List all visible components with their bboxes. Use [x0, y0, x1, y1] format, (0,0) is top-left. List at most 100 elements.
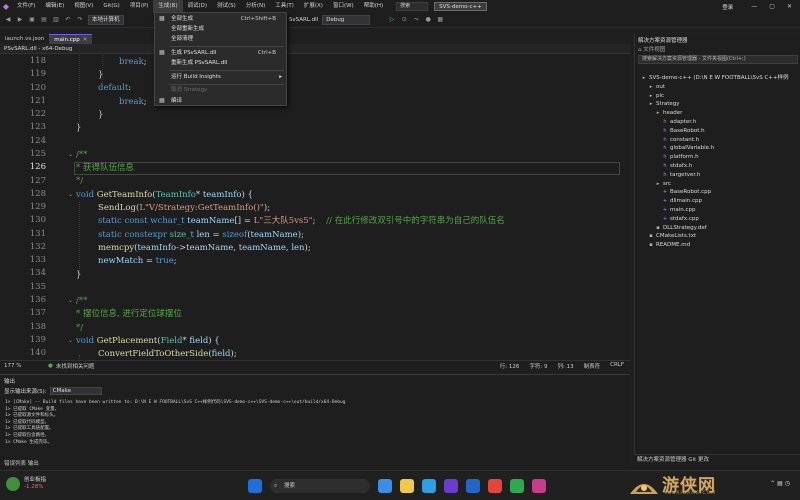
tree-item[interactable]: + stdafx.cpp [662, 215, 699, 224]
tree-item[interactable]: ▸ out [648, 83, 665, 92]
edge-icon[interactable] [422, 479, 436, 493]
menu-item-build-dll[interactable]: ▦ 生成 PSvSARL.dll Ctrl+B [155, 48, 286, 58]
tree-item[interactable]: ▸ header [655, 109, 683, 118]
tree-item[interactable]: h constant.h [662, 136, 699, 145]
step-icon[interactable]: ⤳ [412, 16, 420, 24]
menu-item[interactable]: 帮助(H) [359, 0, 388, 13]
app-icon[interactable] [510, 479, 524, 493]
line-number: 123 [29, 122, 46, 133]
menu-item[interactable]: 视图(V) [69, 0, 98, 13]
app-icon[interactable] [532, 479, 546, 493]
tree-item[interactable]: + main.cpp [662, 206, 696, 215]
zoom-level[interactable]: 177 % [0, 363, 30, 369]
tree-item[interactable]: + BaseRobot.cpp [662, 188, 711, 197]
tab-label: launch.vs.json [5, 36, 45, 42]
tree-item[interactable]: h targetver.h [662, 171, 700, 180]
nav-project-dropdown[interactable]: PSvSARL.dll - x64-Debug [0, 46, 72, 52]
home-icon[interactable]: ⌂ [638, 47, 642, 53]
task-view-icon[interactable] [378, 479, 392, 493]
minimize-icon[interactable]: — [751, 3, 757, 10]
file-icon: h [663, 171, 667, 178]
solution-search-input[interactable]: 搜索解决方案资源管理器 - 文件夹视图(Ctrl+;) [638, 55, 798, 64]
menu-item[interactable]: 文件(F) [12, 0, 40, 13]
line-ending[interactable]: CRLF [610, 362, 624, 370]
code-editor[interactable]: 118 119 120 121 122 123 124 125 126 127 128 129 130 1… [0, 55, 630, 360]
menu-item[interactable]: 编辑(E) [40, 0, 69, 13]
menu-item[interactable]: Git(G) [98, 0, 125, 13]
tree-item[interactable]: ▸ src [655, 180, 671, 189]
build-mode-select[interactable]: Debug [322, 15, 371, 25]
menu-item-rebuild-dll[interactable]: 重新生成 PSvSARL.dll [155, 58, 286, 68]
breakpoint-icon[interactable]: ● [424, 16, 432, 24]
tree-item[interactable]: ▸ SVS-demo-c++ (D:\N E W FOOTBALL\SvS C++… [641, 74, 789, 83]
file-explorer-icon[interactable] [400, 479, 414, 493]
undo-icon[interactable]: ↶ [64, 16, 72, 24]
menu-item-build-insights[interactable]: 运行 Build Insights ▸ [155, 72, 286, 82]
tree-item[interactable]: ▪ DLLStrategy.def [655, 224, 706, 233]
new-file-icon[interactable]: ▣ [28, 16, 36, 24]
tree-item[interactable]: ▪ README.md [648, 241, 690, 250]
tree-item[interactable]: h stdafx.h [662, 162, 692, 171]
tree-item[interactable]: h platform.h [662, 153, 698, 162]
close-tab-icon[interactable]: ✕ [83, 37, 88, 43]
output-bottom-tabs[interactable]: 错误列表 输出 [0, 460, 630, 469]
menu-item-compile[interactable]: ▦ 编译 [155, 96, 286, 106]
solution-bottom-tabs[interactable]: 解决方案资源管理器 Git 更改 [634, 454, 800, 464]
indent-mode[interactable]: 制表符 [584, 362, 601, 370]
tab-main-cpp[interactable]: main.cpp ✕ [49, 34, 93, 44]
menu-item-rebuild-all[interactable]: 全部重新生成 [155, 24, 286, 34]
back-icon[interactable]: ◀ [4, 16, 12, 24]
output-title: 输出 [4, 379, 16, 385]
forward-icon[interactable]: ▶ [16, 16, 24, 24]
code-line-139: void GetPlacement(Field* field) { [76, 336, 220, 346]
menu-item-build-all[interactable]: ▦ 全部生成 Ctrl+Shift+B [155, 14, 286, 24]
folder-view-label[interactable]: 文件视图 [643, 47, 665, 53]
login-button[interactable]: 登录 [722, 3, 733, 11]
tab-launch-vs-json[interactable]: launch.vs.json [0, 34, 49, 44]
output-line: 1> 已提取代码模型。 [5, 419, 50, 425]
windows-start-icon[interactable] [248, 479, 262, 493]
output-source-select[interactable]: CMake [49, 387, 102, 395]
line-number: 122 [29, 109, 46, 120]
menu-item-clean-all[interactable]: 全部清理 [155, 34, 286, 44]
run-button[interactable]: ▶ SvSARL.dll [282, 16, 319, 24]
code-line-128: void GetTeamInfo(TeamInfo* teamInfo) { [76, 190, 253, 200]
tree-item[interactable]: h adapter.h [662, 118, 696, 127]
redo-icon[interactable]: ↷ [76, 16, 84, 24]
word-icon[interactable] [466, 479, 480, 493]
tree-item[interactable]: ▪ CMakeLists.txt [648, 232, 696, 241]
file-icon: h [663, 136, 667, 143]
code-line-127: */ [76, 176, 84, 186]
code-line-126: * 获得队伍信息 [76, 163, 134, 173]
window-controls: 登录 — ▢ ✕ [722, 0, 800, 13]
project-name-badge: SVS-demo-c++ [434, 2, 487, 11]
tree-item[interactable]: ▸ pic [648, 92, 664, 101]
start-without-debug-icon[interactable]: ▷ [388, 16, 396, 24]
layout-icon[interactable]: ▦ [436, 16, 444, 24]
tree-item-label: targetver.h [670, 171, 701, 178]
tree-item[interactable]: ▸ Strategy [648, 100, 680, 109]
tree-item[interactable]: + dllmain.cpp [662, 197, 702, 206]
maximize-icon[interactable]: ▢ [769, 3, 775, 10]
menu-item[interactable]: 窗口(W) [328, 0, 359, 13]
config-select[interactable]: 本地计算机 [88, 15, 124, 25]
search-input[interactable]: 搜索 [396, 2, 429, 11]
taskbar-search[interactable]: 搜索 [270, 479, 370, 493]
issues-label[interactable]: 未找到相关问题 [56, 362, 95, 370]
folder-icon: ▸ [642, 75, 646, 81]
attach-icon[interactable]: ⊙ [400, 16, 408, 24]
output-line: 1> 已提取源文件和标头。 [5, 413, 59, 419]
save-icon[interactable]: ▤ [40, 16, 48, 24]
tree-item[interactable]: h BaseRobot.h [662, 127, 704, 136]
save-all-icon[interactable]: ▥ [52, 16, 60, 24]
stock-widget[interactable]: 创业板指 -1.28% [6, 477, 46, 491]
file-icon: ▪ [656, 224, 660, 231]
tree-item[interactable]: h globalVariable.h [662, 144, 714, 153]
visual-studio-icon[interactable] [444, 479, 458, 493]
tree-item-label: Strategy [656, 101, 680, 108]
menu-item[interactable]: 扩展(X) [299, 0, 328, 13]
close-icon[interactable]: ✕ [787, 3, 792, 10]
solution-explorer: 解决方案资源管理器 ⌂ 文件视图 搜索解决方案资源管理器 - 文件夹视图(Ctr… [634, 34, 800, 460]
menu-item[interactable]: 项目(P) [125, 0, 154, 13]
app-icon[interactable] [488, 479, 502, 493]
